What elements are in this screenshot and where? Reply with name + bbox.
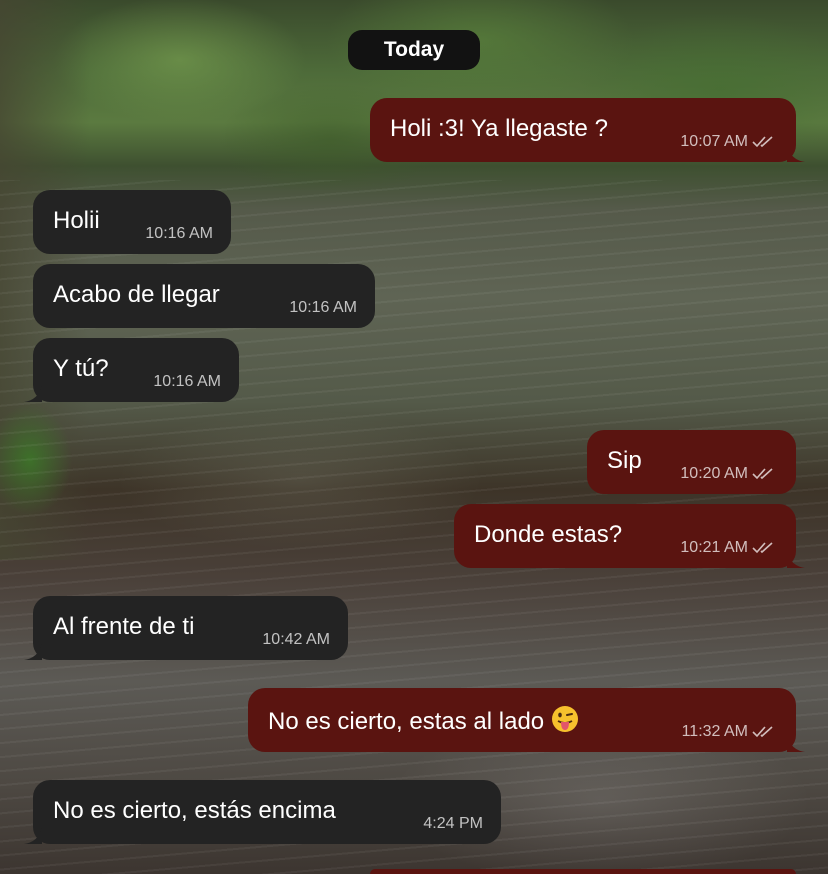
bubble-tail xyxy=(24,644,42,660)
message-bubble-incoming[interactable]: Al frente de ti 10:42 AM xyxy=(24,596,348,660)
bubble-tail xyxy=(787,146,805,162)
bubble-tail xyxy=(24,828,42,844)
message-text: Holi :3! Ya llegaste ? xyxy=(390,115,608,142)
message-text: Acabo de llegar xyxy=(53,281,220,308)
message-time: 10:16 AM xyxy=(145,225,213,242)
message-text: Al frente de ti xyxy=(53,613,195,640)
message-bubble-outgoing[interactable]: No es cierto, estas al lado 11:32 AM xyxy=(248,688,805,752)
message-text: No es cierto, estás encima xyxy=(53,797,336,824)
message-time: 10:16 AM xyxy=(153,373,221,390)
message-time: 10:16 AM xyxy=(289,299,357,316)
message-bubble-incoming[interactable]: Acabo de llegar 10:16 AM xyxy=(33,264,375,328)
message-bubble-incoming[interactable]: Holii 10:16 AM xyxy=(33,190,231,254)
message-bubble-outgoing[interactable]: Sip 10:20 AM xyxy=(587,430,796,494)
message-bubble-outgoing-partial[interactable] xyxy=(370,869,796,874)
message-text: Y tú? xyxy=(53,355,109,382)
message-bubble-incoming[interactable]: No es cierto, estás encima 4:24 PM xyxy=(24,780,501,844)
message-time: 10:21 AM xyxy=(680,539,748,556)
read-receipt-icon xyxy=(752,468,773,480)
message-text-row: No es cierto, estas al lado xyxy=(268,704,580,737)
message-time: 11:32 AM xyxy=(681,723,748,740)
message-text: No es cierto, estas al lado xyxy=(268,708,545,735)
message-time: 10:20 AM xyxy=(680,465,748,482)
message-text: Holii xyxy=(53,207,100,234)
message-bubble-outgoing[interactable]: Donde estas? 10:21 AM xyxy=(454,504,805,568)
bubble-tail xyxy=(787,552,805,568)
message-time: 10:42 AM xyxy=(262,631,330,648)
read-receipt-icon xyxy=(752,726,773,738)
tongue-out-emoji-icon xyxy=(552,706,579,732)
read-receipt-icon xyxy=(752,136,773,148)
bubble-tail xyxy=(24,386,42,402)
message-bubble-incoming[interactable]: Y tú? 10:16 AM xyxy=(24,338,239,402)
read-receipt-icon xyxy=(752,542,773,554)
bubble-tail xyxy=(787,736,805,752)
message-bubble-outgoing[interactable]: Holi :3! Ya llegaste ? 10:07 AM xyxy=(370,98,805,162)
message-time: 10:07 AM xyxy=(680,133,748,150)
message-time: 4:24 PM xyxy=(423,815,483,832)
date-separator: Today xyxy=(348,30,480,70)
message-text: Sip xyxy=(607,447,642,474)
message-text: Donde estas? xyxy=(474,521,623,548)
